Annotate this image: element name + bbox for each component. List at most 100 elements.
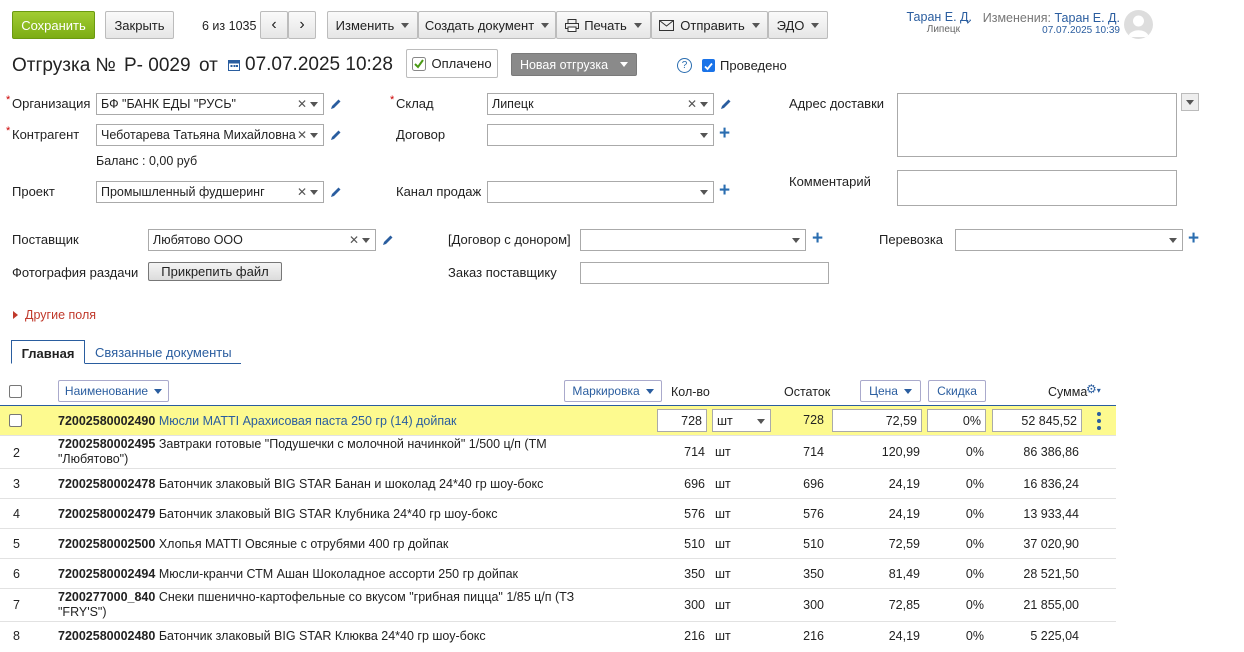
select-all-checkbox[interactable]: [9, 385, 22, 398]
row-product-name: Батончик злаковый BIG STAR Банан и шокол…: [158, 477, 544, 491]
next-record-button[interactable]: ›: [288, 11, 316, 39]
address-dropdown-button[interactable]: [1181, 93, 1199, 111]
row-stock: 714: [803, 445, 824, 459]
qty-input[interactable]: 728: [657, 409, 707, 432]
changes-date: 07.07.2025 10:39: [1042, 25, 1120, 36]
row-checkbox[interactable]: [9, 414, 22, 427]
clear-icon[interactable]: ✕: [687, 97, 697, 111]
posted-checkbox[interactable]: [702, 59, 715, 72]
chevron-down-icon: [903, 388, 912, 394]
column-name-header[interactable]: Наименование: [58, 380, 169, 402]
contractor-field[interactable]: Чеботарева Татьяна Михайловна ✕: [96, 124, 324, 146]
chevron-down-icon[interactable]: [310, 190, 318, 195]
edit-pencil-icon[interactable]: [330, 186, 342, 198]
chevron-down-icon[interactable]: [700, 102, 708, 107]
transport-field[interactable]: [955, 229, 1183, 251]
organization-field[interactable]: БФ "БАНК ЕДЫ "РУСЬ" ✕: [96, 93, 324, 115]
contract-field[interactable]: [487, 124, 714, 146]
chevron-down-icon[interactable]: [310, 102, 318, 107]
chevron-down-icon[interactable]: [310, 133, 318, 138]
table-row[interactable]: 4 72002580002479 Батончик злаковый BIG S…: [0, 500, 1116, 529]
supplier-field[interactable]: Любятово ООО ✕: [148, 229, 376, 251]
row-product-link[interactable]: Мюсли МАТТI Арахисовая паста 250 гр (14)…: [159, 414, 457, 428]
send-button[interactable]: Отправить: [651, 11, 768, 39]
add-sales-channel-icon[interactable]: +: [719, 181, 730, 200]
edo-label: ЭДО: [776, 17, 805, 33]
clear-icon[interactable]: ✕: [349, 233, 359, 247]
table-row[interactable]: 8 72002580002480 Батончик злаковый BIG S…: [0, 623, 1116, 652]
edit-pencil-icon[interactable]: [382, 234, 394, 246]
settings-gear-icon[interactable]: ⚙▾: [1086, 382, 1101, 396]
column-price-header[interactable]: Цена: [860, 380, 921, 402]
create-document-button[interactable]: Создать документ: [418, 11, 556, 39]
price-input[interactable]: 72,59: [832, 409, 922, 432]
edit-pencil-icon[interactable]: [330, 98, 342, 110]
prev-record-button[interactable]: ‹: [260, 11, 288, 39]
status-dropdown[interactable]: Новая отгрузка: [511, 53, 637, 76]
row-sum: 86 386,86: [1023, 445, 1079, 459]
row-name: 7200277000_840 Снеки пшенично-картофельн…: [58, 590, 574, 620]
supplier-order-field[interactable]: [580, 262, 829, 284]
warehouse-field[interactable]: Липецк ✕: [487, 93, 714, 115]
clear-icon[interactable]: ✕: [297, 185, 307, 199]
other-fields-toggle[interactable]: Другие поля: [13, 308, 96, 322]
chevron-down-icon[interactable]: [1169, 238, 1177, 243]
comment-field[interactable]: [897, 170, 1177, 206]
chevron-down-icon[interactable]: [362, 238, 370, 243]
row-number: 7: [13, 598, 20, 612]
unit-select[interactable]: шт: [712, 409, 771, 432]
sales-channel-field[interactable]: [487, 181, 714, 203]
print-button[interactable]: Печать: [556, 11, 651, 39]
chevron-down-icon[interactable]: [792, 238, 800, 243]
tab-main[interactable]: Главная: [11, 340, 85, 364]
row-unit: шт: [715, 537, 731, 551]
add-donor-contract-icon[interactable]: +: [812, 229, 823, 248]
donor-contract-field[interactable]: [580, 229, 806, 251]
add-transport-icon[interactable]: +: [1188, 229, 1199, 248]
changes-user[interactable]: Таран Е. Д.: [1054, 11, 1120, 25]
row-qty: 714: [684, 445, 705, 459]
help-icon[interactable]: ?: [677, 58, 692, 73]
avatar[interactable]: [1124, 10, 1153, 39]
caret-right-icon: [13, 311, 18, 319]
save-button[interactable]: Сохранить: [12, 11, 95, 39]
calendar-icon[interactable]: [228, 59, 240, 71]
clear-icon[interactable]: ✕: [297, 97, 307, 111]
table-row[interactable]: 3 72002580002478 Батончик злаковый BIG S…: [0, 470, 1116, 499]
add-contract-icon[interactable]: +: [719, 124, 730, 143]
chevron-down-icon[interactable]: ⌄: [964, 15, 972, 26]
edit-pencil-icon[interactable]: [330, 129, 342, 141]
clear-icon[interactable]: ✕: [297, 128, 307, 142]
supplier-value: Любятово ООО: [153, 233, 243, 247]
row-menu-icon[interactable]: [1097, 412, 1101, 430]
table-row[interactable]: 6 72002580002494 Мюсли-кранчи СТМ Ашан Ш…: [0, 560, 1116, 589]
attach-file-button[interactable]: Прикрепить файл: [148, 262, 282, 281]
project-field[interactable]: Промышленный фудшеринг ✕: [96, 181, 324, 203]
table-row[interactable]: 2 72002580002495 Завтраки готовые "Подуш…: [0, 437, 1116, 469]
edit-pencil-icon[interactable]: [720, 98, 732, 110]
delivery-address-field[interactable]: [897, 93, 1177, 157]
close-button[interactable]: Закрыть: [105, 11, 174, 39]
row-name: 72002580002495 Завтраки готовые "Подушеч…: [58, 437, 547, 467]
row-stock: 728: [803, 413, 824, 427]
sum-input[interactable]: 52 845,52: [992, 409, 1082, 432]
paid-button[interactable]: Оплачено: [406, 49, 498, 78]
edit-menu-button[interactable]: Изменить: [327, 11, 418, 39]
column-discount-header[interactable]: Скидка: [928, 380, 986, 402]
chevron-down-icon[interactable]: [700, 133, 708, 138]
row-code: 72002580002494: [58, 567, 156, 581]
row-code: 72002580002500: [58, 537, 156, 551]
discount-input[interactable]: 0%: [927, 409, 986, 432]
table-row[interactable]: 7 7200277000_840 Снеки пшенично-картофел…: [0, 590, 1116, 622]
column-stock-header: Остаток: [784, 385, 831, 399]
edo-button[interactable]: ЭДО: [768, 11, 828, 39]
row-qty: 510: [684, 537, 705, 551]
column-marking-header[interactable]: Маркировка: [564, 380, 662, 402]
chevron-down-icon[interactable]: [700, 190, 708, 195]
document-number[interactable]: Р- 0029: [124, 55, 191, 77]
tab-related-documents[interactable]: Связанные документы: [95, 345, 232, 360]
document-datetime[interactable]: 07.07.2025 10:28: [245, 54, 393, 76]
table-row[interactable]: 5 72002580002500 Хлопья МАТТI Овсяные с …: [0, 530, 1116, 559]
table-row[interactable]: 72002580002490 Мюсли МАТТI Арахисовая па…: [0, 406, 1116, 436]
user-menu[interactable]: Таран Е. Д. Липецк: [890, 10, 972, 35]
